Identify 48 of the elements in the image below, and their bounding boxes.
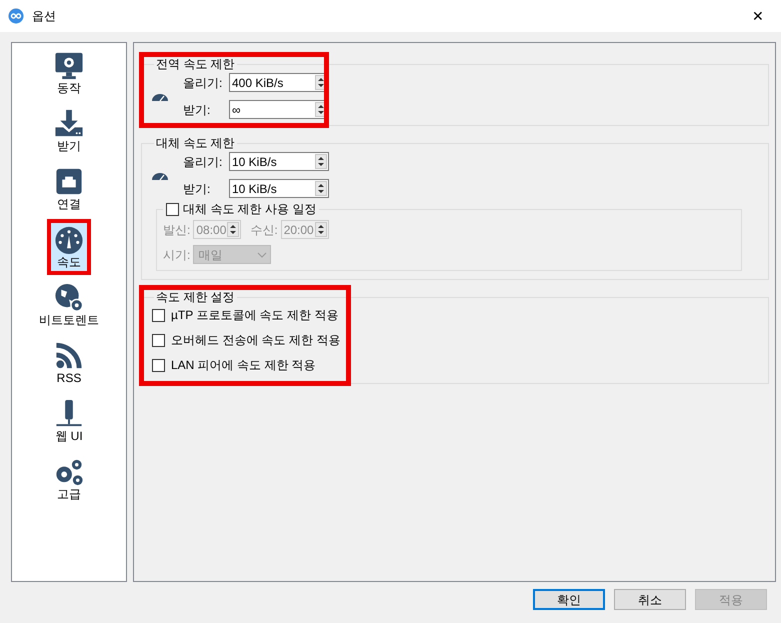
field-label: 올리기: [182, 74, 224, 92]
checkbox[interactable] [152, 334, 165, 346]
gauge-icon [152, 172, 168, 180]
checkbox[interactable] [152, 308, 165, 322]
sidebar-item[interactable]: 받기 [47, 103, 91, 159]
sidebar-item[interactable]: 동작 [47, 45, 91, 101]
group-title: 속도 제한 설정 [155, 290, 236, 304]
sidebar-item[interactable]: 웹 UI [47, 393, 91, 449]
sidebar-item[interactable]: 고급 [47, 451, 91, 507]
field-label: 수신: [250, 222, 278, 238]
globe-gear-icon [53, 282, 85, 313]
window-title: 옵션 [32, 8, 56, 25]
spin-arrows-icon[interactable] [315, 181, 327, 196]
spin-arrows-icon[interactable] [314, 222, 327, 237]
group-title: 전역 속도 제한 [155, 57, 236, 71]
value-field[interactable]: 10 KiB/s [232, 152, 315, 170]
field-label: 받기: [182, 102, 212, 118]
spin-box[interactable]: 10 KiB/s [229, 152, 329, 171]
checkbox-label: LAN 피어에 속도 제한 적용 [171, 357, 316, 374]
sidebar-item[interactable]: 속도 [47, 219, 91, 275]
field-label: 시기: [163, 246, 190, 264]
field-label: 발신: [163, 222, 190, 238]
checkbox[interactable] [166, 202, 179, 216]
value-field[interactable]: 10 KiB/s [232, 180, 315, 198]
checkbox[interactable] [152, 358, 165, 372]
spin-arrows-icon[interactable] [227, 222, 240, 237]
app-icon [8, 8, 24, 24]
download-icon [53, 108, 85, 139]
close-button[interactable]: ✕ [743, 4, 773, 28]
group-title: 대체 속도 제한 [155, 136, 236, 150]
sidebar-item[interactable]: 비트토렌트 [33, 277, 105, 333]
checkbox-label: 대체 속도 제한 사용 일정 [183, 202, 316, 216]
field-label: 올리기: [182, 154, 224, 170]
dialog-button[interactable]: 확인 [533, 589, 605, 610]
sidebar-item[interactable]: 연결 [47, 161, 91, 217]
gauge-icon [152, 92, 168, 101]
dialog-button[interactable]: 취소 [614, 589, 686, 610]
value-field[interactable]: ∞ [232, 100, 315, 118]
field-label: 받기: [182, 180, 212, 198]
value-field[interactable]: 400 KiB/s [232, 74, 315, 92]
spin-arrows-icon[interactable] [315, 154, 327, 169]
checkbox-label: 오버헤드 전송에 속도 제한 적용 [171, 332, 340, 349]
speedometer-icon [53, 224, 85, 255]
sidebar-item[interactable]: RSS [47, 335, 91, 391]
spin-box[interactable]: 10 KiB/s [229, 179, 329, 198]
checkbox-label: µTP 프로토콜에 속도 제한 적용 [171, 307, 338, 324]
caret-icon [257, 252, 268, 258]
monitor-gear-icon [53, 50, 85, 81]
